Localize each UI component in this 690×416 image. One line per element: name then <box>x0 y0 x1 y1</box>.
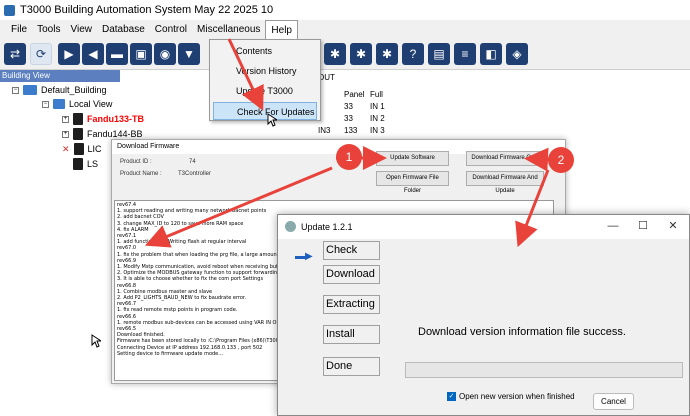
close-icon[interactable]: ✕ <box>658 215 688 239</box>
tree-root[interactable]: − Default_Building <box>12 85 107 95</box>
variable-icon[interactable]: ▬ <box>106 43 128 65</box>
table-header: Full <box>370 90 383 99</box>
input-icon[interactable]: ▶ <box>58 43 80 65</box>
product-id-value: 74 <box>189 159 196 165</box>
collapse-icon[interactable]: − <box>42 100 49 108</box>
menu-check-for-updates[interactable]: Check For Updates <box>213 102 317 120</box>
expand-icon[interactable]: + <box>62 115 69 123</box>
download-firmware-only-button[interactable]: Download Firmware Only <box>466 151 544 166</box>
download-and-update-button[interactable]: Download Firmware And Update <box>466 171 544 194</box>
refresh-icon[interactable]: ⟳ <box>30 43 52 65</box>
menu-contents[interactable]: Contents <box>210 42 320 60</box>
open-new-version-checkbox[interactable]: ✓ Open new version when finished <box>447 392 575 401</box>
tree-device-lic[interactable]: ✕ LIC <box>62 143 102 155</box>
device-label: LS <box>87 159 99 169</box>
current-step-arrow-icon: ▬▶ <box>295 251 313 262</box>
status-message: Download version information file succes… <box>418 326 626 338</box>
product-name-label: Product Name : <box>120 171 162 177</box>
tree-device-fandu133[interactable]: + Fandu133-TB <box>62 113 144 125</box>
update-title: Update 1.2.1 <box>301 222 353 232</box>
cancel-button[interactable]: Cancel <box>593 393 634 410</box>
table-cell: 33 <box>344 102 353 111</box>
menu-miscellaneous[interactable]: Miscellaneous <box>192 20 265 40</box>
error-icon: ✕ <box>62 143 70 154</box>
product-id-label: Product ID : <box>120 159 152 165</box>
table-cell: IN 1 <box>370 102 385 111</box>
monitor-icon[interactable]: ▤ <box>428 43 450 65</box>
collapse-icon[interactable]: − <box>12 86 19 94</box>
gear-icon[interactable]: ✱ <box>350 43 372 65</box>
device-label: LIC <box>87 144 102 154</box>
device-icon <box>73 143 84 155</box>
open-firmware-folder-button[interactable]: Open Firmware File Folder <box>376 171 449 194</box>
step-download: Download <box>323 265 380 284</box>
table-cell: 133 <box>344 126 358 135</box>
menu-update-t3000[interactable]: Update T3000 <box>210 82 320 100</box>
menu-version-history[interactable]: Version History <box>210 62 320 80</box>
tree-local-view[interactable]: − Local View <box>42 99 112 109</box>
points-table: OUT Panel Full 33 IN 1 33 IN 2 IN3 133 I… <box>318 70 690 135</box>
graph-icon[interactable]: ◧ <box>480 43 502 65</box>
config-icon[interactable]: ✱ <box>376 43 398 65</box>
product-name-value: T3Controller <box>178 171 212 177</box>
device-icon <box>73 158 83 170</box>
table-cell: IN3 <box>318 126 331 135</box>
checkbox-checked-icon[interactable]: ✓ <box>447 392 456 401</box>
program-icon[interactable]: ▣ <box>130 43 152 65</box>
step-check: Check <box>323 241 380 260</box>
updater-icon <box>285 221 296 232</box>
step-done: Done <box>323 357 380 376</box>
controller-icon[interactable]: ◉ <box>154 43 176 65</box>
menu-help[interactable]: Help <box>265 20 298 40</box>
update-software-button[interactable]: Update Software <box>376 151 449 166</box>
table-cell: 33 <box>344 114 353 123</box>
network-icon[interactable]: ◈ <box>506 43 528 65</box>
mouse-cursor-icon <box>91 334 101 348</box>
maximize-icon[interactable]: ☐ <box>628 215 658 239</box>
tree-root-label: Default_Building <box>41 85 107 95</box>
window-titlebar: T3000 Building Automation System May 22 … <box>0 0 690 20</box>
app-icon <box>4 4 15 16</box>
tree-local-label: Local View <box>69 99 113 109</box>
device-icon <box>73 128 83 140</box>
building-icon <box>23 85 37 95</box>
device-icon <box>73 113 83 125</box>
minimize-icon[interactable]: — <box>598 215 628 239</box>
window-title: T3000 Building Automation System May 22 … <box>20 4 274 16</box>
menu-file[interactable]: File <box>6 20 32 40</box>
menu-control[interactable]: Control <box>150 20 192 40</box>
checkbox-label: Open new version when finished <box>459 392 575 401</box>
step-extracting: Extracting <box>323 295 380 314</box>
mouse-cursor-icon <box>267 113 277 127</box>
menu-tools[interactable]: Tools <box>32 20 65 40</box>
device-label: Fandu133-TB <box>87 114 145 124</box>
building-view-header: Building View <box>0 70 120 82</box>
settings-icon[interactable]: ✱ <box>324 43 346 65</box>
toolbar: ⇄ ⟳ ▶ ◀ ▬ ▣ ◉ ▼ ✱ ✱ ✱ ? ▤ ≡ ◧ ◈ <box>0 40 690 70</box>
screen-icon[interactable]: ▼ <box>178 43 200 65</box>
update-progress-bar <box>405 362 683 378</box>
help-icon[interactable]: ? <box>402 43 424 65</box>
table-cell: IN 2 <box>370 114 385 123</box>
help-dropdown: Contents Version History Update T3000 Ch… <box>209 39 321 121</box>
table-header: Panel <box>344 90 365 99</box>
update-dialog: Update 1.2.1 — ☐ ✕ ▬▶ Check Download Ext… <box>277 214 690 416</box>
menu-view[interactable]: View <box>65 20 97 40</box>
step-install: Install <box>323 325 380 344</box>
connect-icon[interactable]: ⇄ <box>4 43 26 65</box>
device-label: Fandu144-BB <box>87 129 143 139</box>
chart-icon[interactable]: ≡ <box>454 43 476 65</box>
expand-icon[interactable]: + <box>62 130 69 138</box>
output-icon[interactable]: ◀ <box>82 43 104 65</box>
table-cell: IN 3 <box>370 126 385 135</box>
menu-database[interactable]: Database <box>97 20 150 40</box>
tree-device-ls[interactable]: LS <box>73 158 98 170</box>
computer-icon <box>53 99 65 109</box>
menubar: File Tools View Database Control Miscell… <box>0 20 690 40</box>
